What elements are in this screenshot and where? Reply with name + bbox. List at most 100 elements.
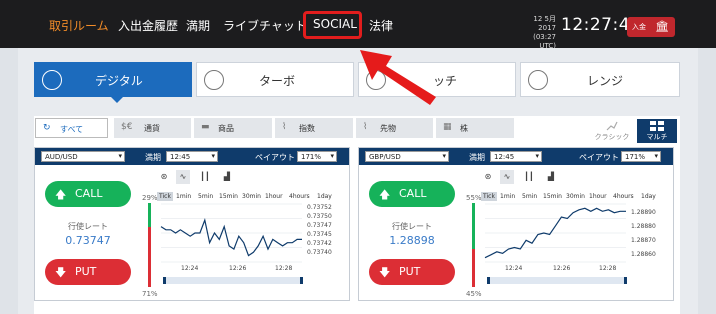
- timeframe-1min[interactable]: 1min: [500, 193, 515, 200]
- category-stock[interactable]: ▦ 株: [436, 118, 514, 138]
- tab-range[interactable]: レンジ: [520, 62, 680, 97]
- nav-trading-room[interactable]: 取引ルーム: [49, 17, 109, 34]
- line-chart-icon[interactable]: ∿: [500, 170, 514, 184]
- currency-icon: $€: [121, 122, 133, 132]
- classic-chart-icon: [606, 121, 618, 131]
- expiry-label: 満期: [469, 153, 485, 162]
- candle-chart-icon[interactable]: ┃┃: [198, 170, 212, 184]
- multi-view-button[interactable]: マルチ: [637, 119, 677, 143]
- asset-select[interactable]: GBP/USD: [365, 151, 449, 162]
- category-index[interactable]: ⌇ 指数: [275, 118, 353, 138]
- top-navigation-bar: 取引ルーム 入出金履歴 満期 ライブチャット SOCIAL 法律 12 5月 2…: [0, 0, 716, 51]
- y-tick: 0.73750: [307, 213, 332, 220]
- y-tick: 0.73747: [307, 222, 332, 229]
- date-display: 12 5月 2017 (03:27 UTC): [516, 15, 556, 51]
- arrow-up-icon: 🡅: [379, 188, 391, 201]
- call-label: CALL: [75, 187, 103, 200]
- put-button[interactable]: 🡇 PUT: [369, 259, 455, 285]
- dial-icon: [42, 70, 62, 90]
- payout-label: ペイアウト: [579, 153, 619, 162]
- timeframe-30min[interactable]: 30min: [566, 193, 585, 200]
- grid-icon: [650, 121, 664, 131]
- call-label: CALL: [399, 187, 427, 200]
- tab-turbo[interactable]: ターボ: [196, 62, 354, 97]
- y-tick: 0.73742: [307, 240, 332, 247]
- tab-digital[interactable]: デジタル: [34, 62, 192, 103]
- tab-label: デジタル: [95, 74, 143, 88]
- time-navigator[interactable]: [487, 277, 627, 284]
- category-label: 株: [460, 124, 468, 133]
- expiry-select[interactable]: 12:45: [490, 151, 542, 162]
- expiry-select[interactable]: 12:45: [166, 151, 218, 162]
- social-highlight-box: [303, 11, 362, 39]
- put-percent: 71%: [142, 290, 158, 298]
- area-chart-icon[interactable]: ▟: [220, 170, 234, 184]
- price-series-line: [160, 217, 302, 257]
- put-sentiment-fill: [148, 227, 151, 287]
- x-tick: 12:26: [553, 265, 571, 272]
- x-tick: 12:24: [505, 265, 523, 272]
- timeframe-1day[interactable]: 1day: [641, 193, 656, 200]
- area-chart-icon[interactable]: ▟: [544, 170, 558, 184]
- y-tick: 1.28860: [631, 251, 656, 258]
- clock-icon: [204, 70, 224, 90]
- chart-settings-icon[interactable]: ⊛: [157, 170, 171, 184]
- nav-deposit-history[interactable]: 入出金履歴: [118, 17, 178, 34]
- line-chart-icon[interactable]: ∿: [176, 170, 190, 184]
- nav-legal[interactable]: 法律: [369, 17, 393, 34]
- chart-settings-icon[interactable]: ⊛: [481, 170, 495, 184]
- timeframe-5min[interactable]: 5min: [198, 193, 213, 200]
- payout-select[interactable]: 171%: [621, 151, 661, 162]
- call-button[interactable]: 🡅 CALL: [45, 181, 131, 207]
- x-tick: 12:24: [181, 265, 199, 272]
- time-navigator[interactable]: [163, 277, 303, 284]
- candle-chart-icon[interactable]: ┃┃: [522, 170, 536, 184]
- nav-live-chat[interactable]: ライブチャット: [223, 17, 307, 34]
- put-button[interactable]: 🡇 PUT: [45, 259, 131, 285]
- timeframe-tick[interactable]: Tick: [481, 192, 497, 201]
- call-button[interactable]: 🡅 CALL: [369, 181, 455, 207]
- timeframe-15min[interactable]: 15min: [543, 193, 562, 200]
- timeframe-4hours[interactable]: 4hours: [289, 193, 310, 200]
- category-label: 通貨: [144, 124, 160, 133]
- y-tick: 1.28880: [631, 223, 656, 230]
- timeframe-tick[interactable]: Tick: [157, 192, 173, 201]
- x-tick: 12:28: [275, 265, 293, 272]
- asset-card-gbp-usd: GBP/USD 満期 12:45 ペイアウト 171% 🡅CALL 行使レート …: [358, 147, 674, 301]
- payout-select[interactable]: 171%: [297, 151, 337, 162]
- timeframe-1hour[interactable]: 1hour: [265, 193, 283, 200]
- category-futures[interactable]: ⌇ 先物: [356, 118, 433, 138]
- timeframe-5min[interactable]: 5min: [522, 193, 537, 200]
- deposit-button[interactable]: 入金 🏛: [627, 17, 675, 37]
- tab-touch[interactable]: ッチ: [358, 62, 516, 97]
- call-percent: 29%: [142, 194, 158, 202]
- asset-card-aud-usd: AUD/USD 満期 12:45 ペイアウト 171% 🡅CALL 行使レート …: [34, 147, 350, 301]
- timeframe-1min[interactable]: 1min: [176, 193, 191, 200]
- asset-select[interactable]: AUD/USD: [41, 151, 125, 162]
- tab-label: ッチ: [433, 74, 458, 88]
- timeframe-30min[interactable]: 30min: [242, 193, 261, 200]
- expiry-label: 満期: [145, 153, 161, 162]
- category-label: すべて: [60, 125, 84, 134]
- category-label: 商品: [218, 124, 234, 133]
- price-chart: ⊛ ∿ ┃┃ ▟ Tick 1min 5min 15min 30min 1hou…: [481, 169, 669, 298]
- timeframe-1hour[interactable]: 1hour: [589, 193, 607, 200]
- futures-icon: ⌇: [363, 122, 368, 132]
- category-all[interactable]: ↻ すべて: [35, 118, 108, 138]
- x-tick: 12:28: [599, 265, 617, 272]
- classic-view-button[interactable]: クラシック: [592, 119, 632, 143]
- put-percent: 45%: [466, 290, 482, 298]
- category-commodity[interactable]: ▬ 商品: [194, 118, 272, 138]
- category-currency[interactable]: $€ 通貨: [114, 118, 191, 138]
- nav-expiry[interactable]: 満期: [186, 17, 210, 34]
- timeframe-15min[interactable]: 15min: [219, 193, 238, 200]
- arrow-down-icon: 🡇: [379, 266, 391, 279]
- put-label: PUT: [399, 265, 421, 278]
- put-sentiment-fill: [472, 249, 475, 287]
- y-tick: 1.28890: [631, 209, 656, 216]
- timeframe-1day[interactable]: 1day: [317, 193, 332, 200]
- call-percent: 55%: [466, 194, 482, 202]
- timeframe-4hours[interactable]: 4hours: [613, 193, 634, 200]
- price-chart: ⊛ ∿ ┃┃ ▟ Tick 1min 5min 15min 30min 1hou…: [157, 169, 345, 298]
- sentiment-bar: [472, 203, 475, 287]
